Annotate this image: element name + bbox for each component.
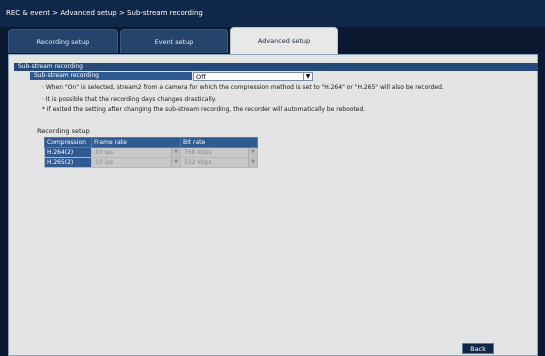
chevron-down-icon: ▼ <box>248 148 257 157</box>
note-line-1: · When "On" is selected, stream2 from a … <box>42 84 444 91</box>
recording-setup-title: Recording setup <box>37 127 90 135</box>
breadcrumb: REC & event > Advanced setup > Sub-strea… <box>0 0 545 27</box>
section-title: Sub-stream recording <box>14 63 538 71</box>
bit-rate-value: 512 kbps <box>184 159 212 166</box>
recording-setup-table: Compression Frame rate Bit rate H.264(2)… <box>44 137 258 168</box>
frame-rate-value: 10 ips <box>95 159 114 166</box>
frame-rate-value: 10 ips <box>95 149 114 156</box>
frame-rate-select: 10 ips ▼ <box>91 147 181 158</box>
bit-rate-value: 768 kbps <box>184 149 212 156</box>
tab-recording-setup[interactable]: Recording setup <box>8 29 118 53</box>
compression-cell: H.264(2) <box>44 147 92 158</box>
table-row: H.264(2) 10 ips ▼ 768 kbps ▼ <box>44 147 258 158</box>
note-line-3: * If exited the setting after changing t… <box>42 106 366 113</box>
frame-rate-select: 10 ips ▼ <box>91 157 181 168</box>
chevron-down-icon: ▼ <box>248 158 257 167</box>
column-header-compression: Compression <box>44 137 92 148</box>
sub-stream-recording-select[interactable]: Off ▼ <box>193 72 313 81</box>
chevron-down-icon: ▼ <box>171 158 180 167</box>
chevron-down-icon: ▼ <box>171 148 180 157</box>
sub-stream-recording-label: Sub-stream recording <box>30 72 192 80</box>
tab-event-setup[interactable]: Event setup <box>120 29 228 53</box>
bit-rate-select: 512 kbps ▼ <box>180 157 258 168</box>
compression-cell: H.265(2) <box>44 157 92 168</box>
note-line-2: · It is possible that the recording days… <box>42 96 217 103</box>
table-row: H.265(2) 10 ips ▼ 512 kbps ▼ <box>44 157 258 168</box>
tab-bar: Recording setup Event setup Advanced set… <box>8 27 538 54</box>
bit-rate-select: 768 kbps ▼ <box>180 147 258 158</box>
column-header-frame-rate: Frame rate <box>91 137 181 148</box>
tab-advanced-setup[interactable]: Advanced setup <box>230 27 338 54</box>
chevron-down-icon[interactable]: ▼ <box>303 73 312 80</box>
sub-stream-recording-value: Off <box>196 73 206 81</box>
column-header-bit-rate: Bit rate <box>180 137 258 148</box>
back-button[interactable]: Back <box>462 343 494 354</box>
